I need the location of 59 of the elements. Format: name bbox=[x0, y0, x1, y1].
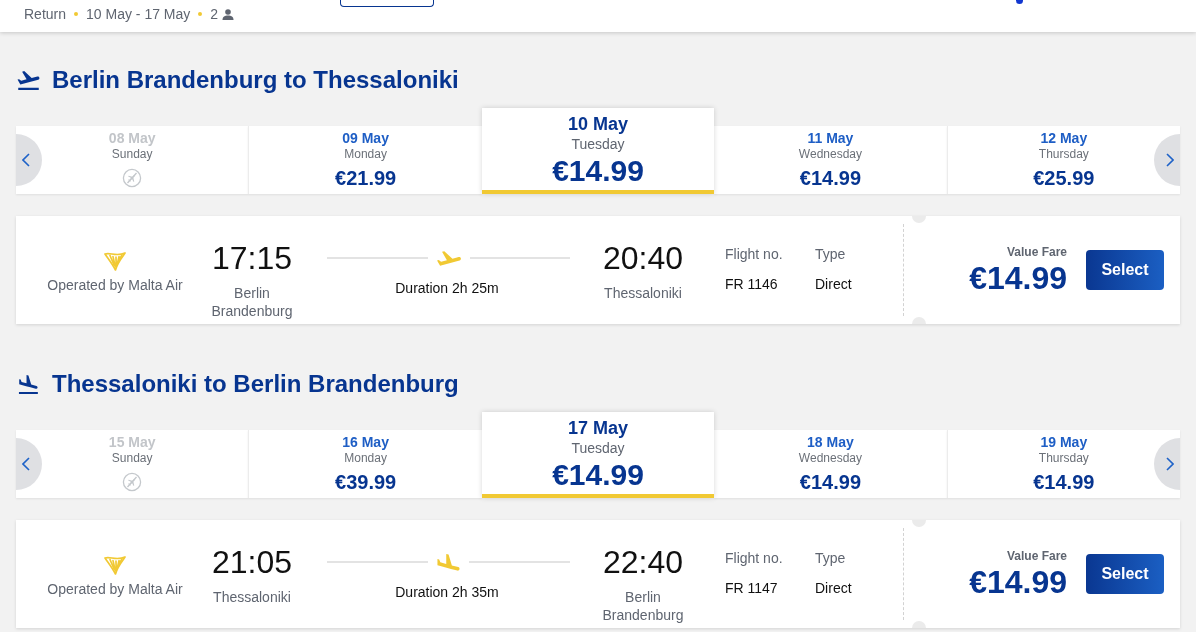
flight-type: Direct bbox=[815, 579, 852, 597]
departure-time: 21:05 bbox=[211, 544, 293, 580]
harp-icon bbox=[103, 249, 127, 273]
dot-icon bbox=[74, 12, 79, 16]
harp-icon bbox=[103, 553, 127, 577]
date-tab[interactable]: 10 May Tuesday €14.99 bbox=[481, 108, 715, 194]
date-tab[interactable]: 19 May Thursday €14.99 bbox=[946, 430, 1181, 498]
select-button[interactable]: Select bbox=[1086, 554, 1164, 594]
header-button[interactable] bbox=[340, 0, 434, 7]
passenger-count: 2 bbox=[210, 6, 219, 22]
fare-price: €14.99 bbox=[969, 563, 1067, 600]
chevron-left-icon bbox=[22, 153, 30, 167]
flight-number: FR 1146 bbox=[725, 275, 778, 293]
select-button[interactable]: Select bbox=[1086, 250, 1164, 290]
departure-city: Thessaloniki bbox=[213, 588, 291, 606]
no-flights-icon bbox=[122, 168, 143, 188]
dot-icon bbox=[198, 12, 203, 16]
chevron-left-icon bbox=[22, 457, 30, 471]
date-tab[interactable]: 15 May Sunday bbox=[16, 430, 249, 498]
plane-takeoff-icon bbox=[436, 250, 461, 266]
date-tab[interactable]: 11 May Wednesday €14.99 bbox=[714, 126, 947, 194]
plane-takeoff-icon bbox=[17, 70, 40, 90]
operator-label: Operated by Malta Air bbox=[47, 580, 183, 598]
trip-type: Return bbox=[24, 6, 67, 22]
departure-time: 17:15 bbox=[211, 240, 293, 276]
arrival-city: Berlin Brandenburg bbox=[601, 588, 685, 624]
arrival-time: 20:40 bbox=[602, 240, 684, 276]
date-tab[interactable]: 16 May Monday €39.99 bbox=[248, 430, 482, 498]
ticket-notch bbox=[912, 317, 926, 324]
flight-number-label: Flight no. bbox=[725, 549, 783, 567]
date-tab[interactable]: 17 May Tuesday €14.99 bbox=[481, 412, 715, 498]
duration-label: Duration 2h 35m bbox=[395, 583, 499, 601]
date-tab[interactable]: 18 May Wednesday €14.99 bbox=[714, 430, 947, 498]
trip-dates: 10 May - 17 May bbox=[86, 6, 191, 22]
flight-type-label: Type bbox=[815, 245, 846, 263]
flight-type-label: Type bbox=[815, 549, 846, 567]
departure-city: Berlin Brandenburg bbox=[210, 284, 294, 320]
chevron-right-icon bbox=[1166, 457, 1174, 471]
operator-label: Operated by Malta Air bbox=[47, 276, 183, 294]
plane-landing-icon bbox=[437, 553, 460, 571]
no-flights-icon bbox=[122, 472, 143, 492]
arrival-time: 22:40 bbox=[602, 544, 684, 580]
date-tab[interactable]: 08 May Sunday bbox=[16, 126, 249, 194]
fare-label: Value Fare bbox=[1006, 244, 1067, 259]
ticket-notch bbox=[912, 621, 926, 628]
fare-price: €14.99 bbox=[969, 259, 1067, 296]
chevron-right-icon bbox=[1166, 153, 1174, 167]
arrival-city: Thessaloniki bbox=[604, 284, 682, 302]
date-tab[interactable]: 12 May Thursday €25.99 bbox=[946, 126, 1181, 194]
route-title: Berlin Brandenburg to Thessaloniki bbox=[52, 66, 459, 94]
route-title: Thessaloniki to Berlin Brandenburg bbox=[52, 370, 459, 398]
flight-type: Direct bbox=[815, 275, 852, 293]
person-icon bbox=[222, 8, 235, 20]
flight-number: FR 1147 bbox=[725, 579, 778, 597]
fare-label: Value Fare bbox=[1006, 548, 1067, 563]
flight-number-label: Flight no. bbox=[725, 245, 783, 263]
date-tab[interactable]: 09 May Monday €21.99 bbox=[248, 126, 482, 194]
duration-label: Duration 2h 25m bbox=[395, 279, 499, 297]
plane-landing-icon bbox=[17, 374, 40, 394]
